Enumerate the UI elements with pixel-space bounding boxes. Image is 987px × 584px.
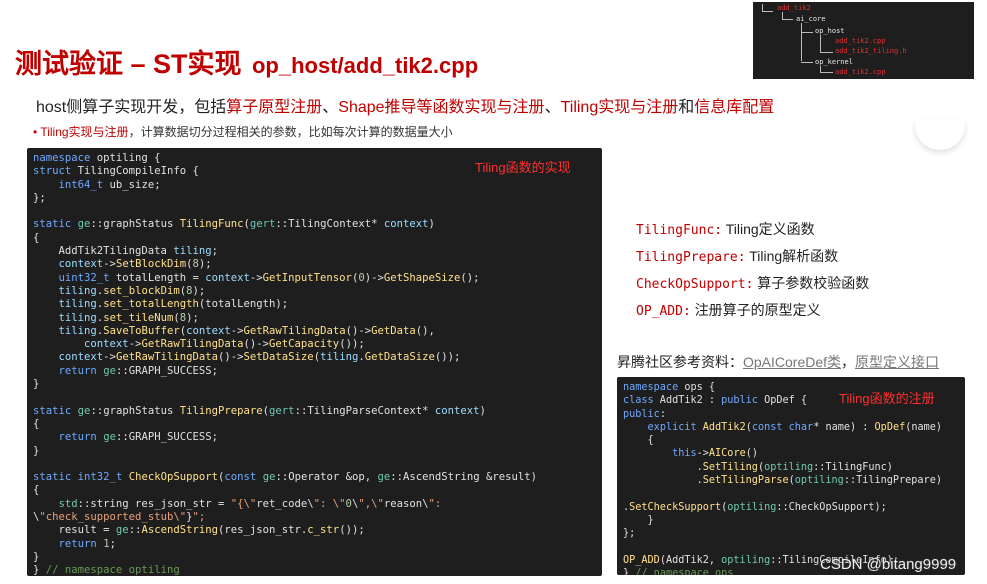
code-line: context->GetRawTilingData()->SetDataSize…	[58, 351, 461, 364]
tree-line	[820, 66, 833, 73]
reference-links: 昇腾社区参考资料：OpAICoreDef类，原型定义接口	[617, 352, 939, 372]
code-line: namespace optiling {	[33, 152, 161, 164]
code-line: static ge::graphStatus TilingFunc(gert::…	[33, 218, 435, 231]
subtitle-sep: 、	[544, 99, 561, 116]
subtitle-proto: 算子原型注册	[226, 99, 323, 116]
code-line: std::string res_json_str = "{\"ret_code\…	[58, 497, 442, 510]
tree-line	[801, 58, 813, 63]
link-proto-def[interactable]: 原型定义接口	[855, 354, 939, 370]
code-line: };	[623, 528, 636, 540]
legend-key: TilingPrepare:	[636, 250, 746, 265]
code-line: {	[33, 417, 40, 430]
code-line: {	[623, 435, 654, 447]
tree-host-file-1: add_tik2.cpp	[835, 37, 886, 45]
slide-title-path: op_host/add_tik2.cpp	[251, 53, 479, 78]
code-line: }	[33, 444, 40, 457]
subtitle-prefix: host侧算子实现开发，包括	[36, 99, 227, 116]
bullet-text: ，计算数据切分过程相关的参数，比如每次计算的数据量大小	[128, 125, 453, 139]
code-line: this->AICore()	[672, 448, 758, 460]
subtitle-tiling: Tiling实现与注册	[560, 99, 679, 116]
code-line: int64_t ub_size;	[58, 178, 161, 191]
code-line: public:	[623, 408, 666, 420]
refs-sep: ，	[841, 354, 856, 370]
subtitle-sep: 、	[322, 99, 339, 116]
tree-host-file-2: add_tik2_tiling.h	[835, 47, 907, 55]
subtitle-info: 信息库配置	[694, 99, 775, 116]
legend-item: TilingPrepare: Tiling解析函数	[636, 246, 838, 266]
tree-kernel-file-1: add_tik2.cpp	[835, 68, 886, 76]
code-line: struct TilingCompileInfo {	[33, 165, 199, 178]
tree-line	[820, 35, 833, 53]
code-line: tiling.set_tileNum(8);	[58, 311, 199, 324]
legend-key: TilingFunc:	[636, 223, 723, 238]
panel-tag-register: Tiling函数的注册	[839, 391, 935, 406]
code-line: explicit AddTik2(const char* name) : OpD…	[647, 421, 943, 433]
subtitle-shape: Shape推导等函数实现与注册	[338, 99, 545, 116]
directory-tree: add_tik2 ai_core op_host add_tik2.cpp ad…	[753, 2, 974, 79]
code-line: .SetCheckSupport(optiling::CheckOpSuppor…	[623, 501, 887, 513]
code-line: {	[33, 231, 40, 244]
code-line: context->GetRawTilingData()->GetCapacity…	[84, 338, 365, 351]
code-line: uint32_t totalLength = context->GetInput…	[58, 271, 480, 284]
code-line: }	[33, 550, 40, 563]
tree-line	[762, 4, 773, 12]
code-line: };	[33, 191, 46, 204]
legend-item: TilingFunc: Tiling定义函数	[636, 219, 815, 239]
legend-item: OP_ADD: 注册算子的原型定义	[636, 300, 821, 320]
slide-title: 测试验证 – ST实现 op_host/add_tik2.cpp	[15, 42, 478, 81]
link-opaicoredef[interactable]: OpAICoreDef类	[743, 354, 841, 370]
legend-desc: 注册算子的原型定义	[694, 302, 821, 318]
code-line: } // namespace optiling	[33, 564, 180, 576]
watermark: CSDN @bitang9999	[820, 556, 957, 573]
code-line: AddTik2TilingData tiling;	[33, 245, 219, 258]
code-line: .SetTilingParse(optiling::TilingPrepare)	[623, 475, 942, 487]
code-line: {	[33, 484, 40, 497]
code-line: static ge::graphStatus TilingPrepare(ger…	[33, 404, 486, 417]
legend-item: CheckOpSupport: 算子参数校验函数	[636, 273, 869, 293]
code-line: return 1;	[58, 537, 116, 550]
code-line: }	[33, 378, 40, 391]
decorative-bubble	[915, 120, 965, 150]
bullet-highlight: Tiling实现与注册	[40, 125, 129, 139]
code-line: return ge::GRAPH_SUCCESS;	[58, 364, 219, 377]
legend-key: CheckOpSupport:	[636, 277, 754, 292]
code-line: tiling.SaveToBuffer(context->GetRawTilin…	[58, 324, 435, 337]
code-line: }	[623, 514, 654, 526]
code-line: context->SetBlockDim(8);	[58, 258, 212, 271]
code-panel-tiling-register: namespace ops {class AddTik2 : public Op…	[617, 377, 965, 575]
legend-desc: Tiling定义函数	[725, 221, 815, 237]
code-panel-tiling-impl: namespace optiling {struct TilingCompile…	[27, 148, 602, 576]
code-line: .SetTiling(optiling::TilingFunc)	[623, 461, 893, 473]
panel-tag-impl: Tiling函数的实现	[475, 160, 571, 175]
legend-desc: Tiling解析函数	[749, 248, 839, 264]
code-block-tiling-impl: namespace optiling {struct TilingCompile…	[33, 152, 537, 576]
code-block-tiling-register: namespace ops {class AddTik2 : public Op…	[623, 381, 942, 575]
tree-line	[801, 26, 813, 33]
slide-title-main: 测试验证 – ST实现	[15, 49, 242, 79]
bullet-dot: •	[33, 125, 38, 139]
refs-label: 昇腾社区参考资料：	[617, 354, 743, 370]
code-line: tiling.set_totalLength(totalLength);	[58, 298, 289, 311]
subtitle-and: 和	[678, 99, 695, 116]
legend-key: OP_ADD:	[636, 304, 691, 319]
bullet-point: • Tiling实现与注册，计算数据切分过程相关的参数，比如每次计算的数据量大小	[33, 123, 453, 140]
code-line: \"check_supported_stub\"}";	[33, 511, 206, 524]
code-line: tiling.set_blockDim(8);	[58, 284, 206, 297]
code-line: return ge::GRAPH_SUCCESS;	[58, 431, 219, 444]
tree-line	[782, 12, 793, 20]
code-line: static int32_t CheckOpSupport(const ge::…	[33, 471, 537, 484]
subtitle: host侧算子实现开发，包括算子原型注册、Shape推导等函数实现与注册、Til…	[36, 93, 774, 117]
code-line: result = ge::AscendString(res_json_str.c…	[33, 524, 365, 537]
legend-desc: 算子参数校验函数	[757, 275, 870, 291]
